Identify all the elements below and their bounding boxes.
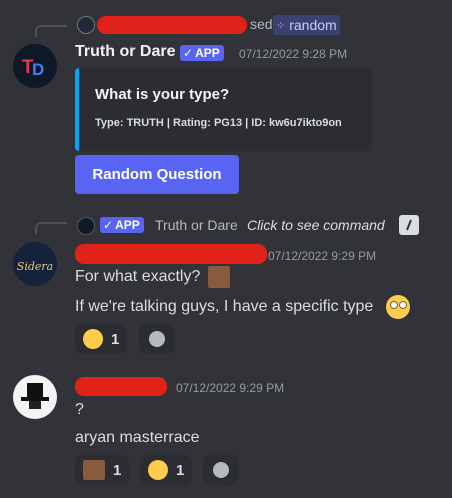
author-name[interactable]: Truth or Dare: [75, 43, 175, 61]
smiley-add-icon: [213, 462, 229, 478]
svg-text:Sidera: Sidera: [17, 260, 53, 273]
td-logo-icon: T D: [22, 57, 44, 79]
reaction-count: 1: [176, 461, 185, 479]
reaction-count: 1: [111, 330, 120, 348]
timestamp[interactable]: 07/12/2022 9:29 PM: [176, 381, 284, 395]
reply-author[interactable]: Truth or Dare: [155, 217, 238, 233]
sidera-logo-icon: Sidera: [17, 260, 53, 273]
timestamp[interactable]: 07/12/2022 9:29 PM: [268, 249, 376, 263]
message-line-1: ?: [75, 401, 84, 418]
flushed-eye-right-icon: [399, 301, 407, 309]
sidera-avatar[interactable]: Sidera: [13, 242, 57, 286]
random-question-button[interactable]: Random Question: [75, 155, 239, 194]
timestamp[interactable]: 07/12/2022 9:28 PM: [239, 47, 347, 61]
reply-command-name: random: [289, 17, 337, 33]
reply-hint[interactable]: Click to see command: [247, 217, 385, 233]
command-icon[interactable]: [399, 215, 419, 235]
reply-connector: [35, 222, 67, 234]
reaction-laughing[interactable]: 1: [75, 324, 128, 354]
reaction-grimacing[interactable]: 1: [140, 455, 193, 485]
verified-check-icon: ✓: [183, 46, 194, 60]
reply-app-badge: ✓ APP: [100, 217, 144, 233]
app-badge-label: APP: [115, 218, 140, 232]
redacted-username: [75, 377, 167, 396]
message-line-2: aryan masterrace: [75, 429, 200, 446]
reaction-count: 1: [113, 461, 122, 479]
user-avatar[interactable]: [13, 375, 57, 419]
add-reaction-button[interactable]: [139, 324, 175, 354]
svg-text:D: D: [32, 60, 44, 79]
laughing-emoji-icon: [83, 329, 103, 349]
reply-command-chip[interactable]: ⁘ random: [273, 15, 340, 35]
message-line-2: If we're talking guys, I have a specific…: [75, 298, 374, 315]
app-badge: ✓ APP: [180, 45, 224, 61]
top-hat-icon: [21, 383, 49, 409]
embed-title: What is your type?: [95, 86, 230, 103]
smiley-add-icon: [149, 331, 165, 347]
bot-embed: What is your type? Type: TRUTH | Rating:…: [75, 68, 372, 151]
flushed-eye-left-icon: [390, 301, 398, 309]
message-line-1: For what exactly?: [75, 268, 201, 285]
redacted-username: [97, 16, 247, 34]
embed-description: Type: TRUTH | Rating: PG13 | ID: kw6u7ik…: [95, 117, 342, 129]
grimacing-emoji-icon: [148, 460, 168, 480]
redacted-username: [75, 244, 267, 264]
reply-avatar[interactable]: [77, 16, 95, 34]
reaction-face-image[interactable]: 1: [75, 455, 130, 485]
flushed-emoji: [386, 295, 410, 319]
reply-connector: [35, 25, 67, 37]
face-image-emoji: [208, 266, 230, 288]
add-reaction-button[interactable]: [203, 455, 239, 485]
slash-command-icon: ⁘: [276, 19, 286, 32]
reply-avatar[interactable]: [77, 217, 95, 235]
reply-text: sed: [250, 16, 273, 32]
verified-check-icon: ✓: [103, 218, 114, 232]
face-image-emoji-icon: [83, 460, 105, 480]
truth-or-dare-avatar[interactable]: T D: [13, 44, 57, 88]
chat-messages: sed ⁘ random T D Truth or Dare ✓ APP 07/…: [0, 0, 452, 498]
app-badge-label: APP: [195, 46, 220, 60]
